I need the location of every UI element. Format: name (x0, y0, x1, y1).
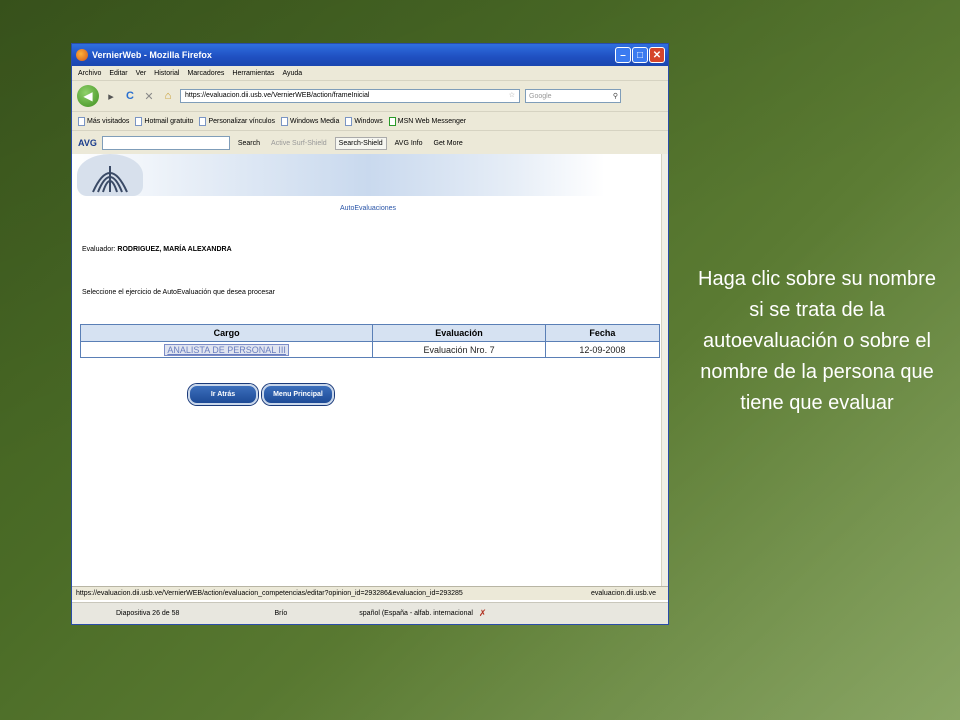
university-logo (77, 154, 143, 196)
language-indicator: spañol (España - alfab. internacional (359, 610, 473, 617)
page-icon (345, 116, 353, 126)
page-icon (199, 116, 207, 126)
url-text: https://evaluacion.dii.usb.ve/VernierWEB… (185, 92, 370, 99)
slide-caption: Haga clic sobre su nombre si se trata de… (698, 268, 936, 414)
main-menu-button[interactable]: Menu Principal (262, 384, 334, 405)
bookmark-item[interactable]: Windows Media (280, 116, 340, 126)
home-icon[interactable]: ⌂ (161, 90, 175, 102)
vertical-scrollbar[interactable] (661, 154, 668, 586)
search-placeholder: Google (529, 93, 552, 100)
back-button[interactable]: Ir Atrás (188, 384, 258, 405)
window-title: VernierWeb - Mozilla Firefox (92, 50, 212, 60)
theme-name: Brío (274, 610, 288, 617)
avg-toolbar: AVG Search Active Surf-Shield Search-Shi… (72, 131, 668, 156)
stop-icon[interactable]: ✕ (142, 90, 156, 103)
avg-info-button[interactable]: AVG Info (392, 138, 426, 149)
menu-editar[interactable]: Editar (109, 70, 127, 77)
presentation-status-bar: Diapositiva 26 de 58 Brío spañol (España… (72, 602, 668, 624)
spellcheck-icon: ✗ (478, 608, 487, 618)
evaluation-table: Cargo Evaluación Fecha ANALISTA DE PERSO… (79, 324, 661, 358)
page-content: AutoEvaluaciones Evaluador: RODRIGUEZ, M… (72, 154, 664, 586)
evaluador-name: RODRIGUEZ, MARÍA ALEXANDRA (117, 246, 232, 253)
page-icon (280, 116, 288, 126)
forward-arrow-icon[interactable]: ▸ (104, 90, 118, 103)
bookmark-label: Windows (354, 117, 383, 125)
status-url: https://evaluacion.dii.usb.ve/VernierWEB… (76, 590, 463, 597)
bookmark-item[interactable]: Windows (345, 116, 383, 126)
page-icon (135, 116, 143, 126)
bookmark-label: Más visitados (87, 117, 130, 125)
status-host: evaluacion.dii.usb.ve (591, 590, 656, 597)
minimize-button[interactable]: – (615, 47, 631, 63)
page-icon (78, 116, 85, 126)
header-banner (72, 154, 664, 196)
menu-herramientas[interactable]: Herramientas (232, 70, 274, 77)
page-title: AutoEvaluaciones (339, 205, 397, 212)
bookmark-item[interactable]: Más visitados (78, 116, 130, 126)
active-surf-shield-button[interactable]: Active Surf-Shield (268, 138, 330, 149)
bookmark-label: MSN Web Messenger (397, 117, 467, 125)
cargo-cell: ANALISTA DE PERSONAL III (79, 341, 374, 358)
evaluacion-cell: Evaluación Nro. 7 (372, 341, 546, 358)
menu-bar: Archivo Editar Ver Historial Marcadores … (72, 66, 668, 81)
column-header-evaluacion: Evaluación (372, 324, 546, 342)
title-bar: VernierWeb - Mozilla Firefox – □ ✕ (72, 44, 668, 66)
search-icon[interactable]: ⚲ (613, 90, 620, 102)
bookmark-label: Personalizar vínculos (208, 117, 275, 125)
cargo-link[interactable]: ANALISTA DE PERSONAL III (164, 343, 289, 356)
search-input[interactable]: Google ⚲ (525, 89, 621, 103)
table-header-row: Cargo Evaluación Fecha (79, 324, 661, 342)
instruction-text: Seleccione el ejercicio de AutoEvaluació… (82, 289, 276, 296)
menu-ver[interactable]: Ver (136, 70, 147, 77)
get-more-button[interactable]: Get More (431, 138, 466, 149)
reload-icon[interactable]: C (123, 90, 137, 102)
status-bar: https://evaluacion.dii.usb.ve/VernierWEB… (72, 586, 668, 600)
table-row: ANALISTA DE PERSONAL III Evaluación Nro.… (79, 341, 661, 358)
messenger-icon (388, 116, 396, 126)
bookmark-item[interactable]: Personalizar vínculos (199, 116, 275, 126)
url-bar[interactable]: https://evaluacion.dii.usb.ve/VernierWEB… (180, 89, 520, 103)
bookmark-label: Hotmail gratuito (144, 117, 194, 125)
menu-marcadores[interactable]: Marcadores (187, 70, 224, 77)
navigation-toolbar: ◀ ▸ C ✕ ⌂ https://evaluacion.dii.usb.ve/… (72, 81, 668, 112)
column-header-cargo: Cargo (79, 324, 374, 342)
bookmark-label: Windows Media (289, 117, 340, 125)
evaluador-label: Evaluador: (82, 246, 116, 253)
firefox-icon (76, 49, 88, 61)
avg-logo: AVG (78, 138, 97, 148)
search-shield-button[interactable]: Search-Shield (334, 136, 387, 150)
bookmark-item[interactable]: MSN Web Messenger (388, 116, 467, 126)
close-button[interactable]: ✕ (649, 47, 665, 63)
menu-historial[interactable]: Historial (154, 70, 179, 77)
evaluador-line: Evaluador: RODRIGUEZ, MARÍA ALEXANDRA (82, 246, 232, 253)
maximize-button[interactable]: □ (632, 47, 648, 63)
menu-ayuda[interactable]: Ayuda (282, 70, 302, 77)
browser-window: VernierWeb - Mozilla Firefox – □ ✕ Archi… (71, 43, 669, 625)
back-arrow-icon[interactable]: ◀ (77, 85, 99, 107)
avg-search-input[interactable] (101, 136, 230, 150)
menu-archivo[interactable]: Archivo (78, 70, 101, 77)
fecha-cell: 12-09-2008 (544, 341, 661, 358)
star-icon[interactable]: ☆ (509, 89, 519, 103)
bookmark-item[interactable]: Hotmail gratuito (135, 116, 194, 126)
slide-counter: Diapositiva 26 de 58 (116, 610, 180, 617)
bookmarks-bar: Más visitados Hotmail gratuito Personali… (72, 112, 668, 131)
avg-search-button[interactable]: Search (235, 138, 263, 149)
column-header-fecha: Fecha (544, 324, 661, 342)
